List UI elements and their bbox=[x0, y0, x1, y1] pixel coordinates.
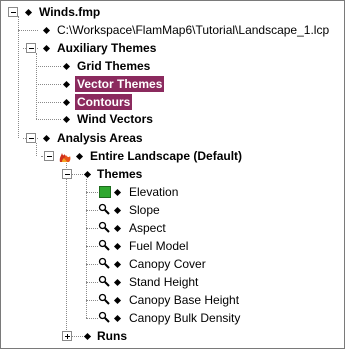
tree-connector bbox=[86, 246, 98, 247]
tree-node-entire-landscape[interactable]: Entire Landscape (Default) bbox=[88, 148, 244, 164]
tree-node-root[interactable]: Winds.fmp bbox=[37, 4, 102, 20]
tree-connector bbox=[86, 192, 98, 193]
tree-node-themes[interactable]: Themes bbox=[95, 166, 144, 182]
tree-node-landscape-file[interactable]: C:\Workspace\FlamMap6\Tutorial\Landscape… bbox=[55, 22, 331, 38]
theme-item-canopy-base-height[interactable]: Canopy Base Height bbox=[127, 292, 241, 308]
tree-connector bbox=[86, 210, 98, 211]
tree-node-grid-themes[interactable]: Grid Themes bbox=[75, 58, 152, 74]
node-bullet-icon bbox=[113, 206, 122, 215]
tree-connector bbox=[36, 53, 37, 119]
node-bullet-icon bbox=[75, 152, 84, 161]
collapse-toggle[interactable] bbox=[44, 151, 54, 161]
node-bullet-icon bbox=[42, 26, 51, 35]
tree-connector bbox=[66, 161, 67, 336]
tree-node-contours[interactable]: Contours bbox=[75, 94, 133, 110]
tree-node-vector-themes[interactable]: Vector Themes bbox=[75, 76, 165, 92]
collapse-toggle[interactable] bbox=[8, 7, 18, 17]
node-bullet-icon bbox=[113, 224, 122, 233]
node-bullet-icon bbox=[113, 314, 122, 323]
node-bullet-icon bbox=[83, 170, 92, 179]
theme-item-canopy-bulk-density[interactable]: Canopy Bulk Density bbox=[127, 310, 242, 326]
magnifier-icon bbox=[98, 221, 110, 233]
collapse-toggle[interactable] bbox=[26, 43, 36, 53]
node-bullet-icon bbox=[24, 8, 33, 17]
expand-toggle[interactable] bbox=[62, 331, 72, 341]
magnifier-icon bbox=[98, 293, 110, 305]
tree-node-runs[interactable]: Runs bbox=[95, 328, 129, 344]
magnifier-icon bbox=[98, 239, 110, 251]
tree-connector bbox=[86, 318, 98, 319]
fire-icon bbox=[59, 153, 71, 162]
tree-connector bbox=[36, 143, 37, 156]
tree-view[interactable]: Winds.fmp C:\Workspace\FlamMap6\Tutorial… bbox=[0, 0, 345, 349]
magnifier-icon bbox=[98, 275, 110, 287]
tree-connector bbox=[36, 84, 61, 85]
tree-node-analysis-areas[interactable]: Analysis Areas bbox=[55, 130, 145, 146]
magnifier-icon bbox=[98, 311, 110, 323]
theme-item-canopy-cover[interactable]: Canopy Cover bbox=[127, 256, 208, 272]
tree-connector bbox=[18, 30, 38, 31]
theme-item-elevation[interactable]: Elevation bbox=[127, 184, 180, 200]
node-bullet-icon bbox=[62, 62, 71, 71]
tree-connector bbox=[36, 119, 61, 120]
tree-connector bbox=[18, 16, 19, 138]
tree-connector bbox=[36, 66, 61, 67]
tree-connector bbox=[36, 102, 61, 103]
node-bullet-icon bbox=[42, 134, 51, 143]
magnifier-icon bbox=[98, 203, 110, 215]
tree-connector bbox=[86, 179, 87, 318]
tree-connector bbox=[86, 300, 98, 301]
collapse-toggle[interactable] bbox=[26, 133, 36, 143]
node-bullet-icon bbox=[113, 296, 122, 305]
node-bullet-icon bbox=[42, 44, 51, 53]
node-bullet-icon bbox=[113, 260, 122, 269]
tree-connector bbox=[86, 282, 98, 283]
theme-item-stand-height[interactable]: Stand Height bbox=[127, 274, 200, 290]
tree-node-wind-vectors[interactable]: Wind Vectors bbox=[75, 111, 155, 127]
tree-node-auxiliary-themes[interactable]: Auxiliary Themes bbox=[55, 40, 158, 56]
collapse-toggle[interactable] bbox=[62, 169, 72, 179]
tree-connector bbox=[86, 264, 98, 265]
node-bullet-icon bbox=[83, 332, 92, 341]
node-bullet-icon bbox=[62, 98, 71, 107]
node-bullet-icon bbox=[113, 242, 122, 251]
theme-item-fuel-model[interactable]: Fuel Model bbox=[127, 238, 190, 254]
theme-item-aspect[interactable]: Aspect bbox=[127, 220, 168, 236]
node-bullet-icon bbox=[62, 80, 71, 89]
theme-item-slope[interactable]: Slope bbox=[127, 202, 162, 218]
magnifier-icon bbox=[98, 257, 110, 269]
tree-connector bbox=[86, 228, 98, 229]
node-bullet-icon bbox=[113, 188, 122, 197]
node-bullet-icon bbox=[62, 115, 71, 124]
green-square-icon bbox=[99, 186, 111, 198]
node-bullet-icon bbox=[113, 278, 122, 287]
